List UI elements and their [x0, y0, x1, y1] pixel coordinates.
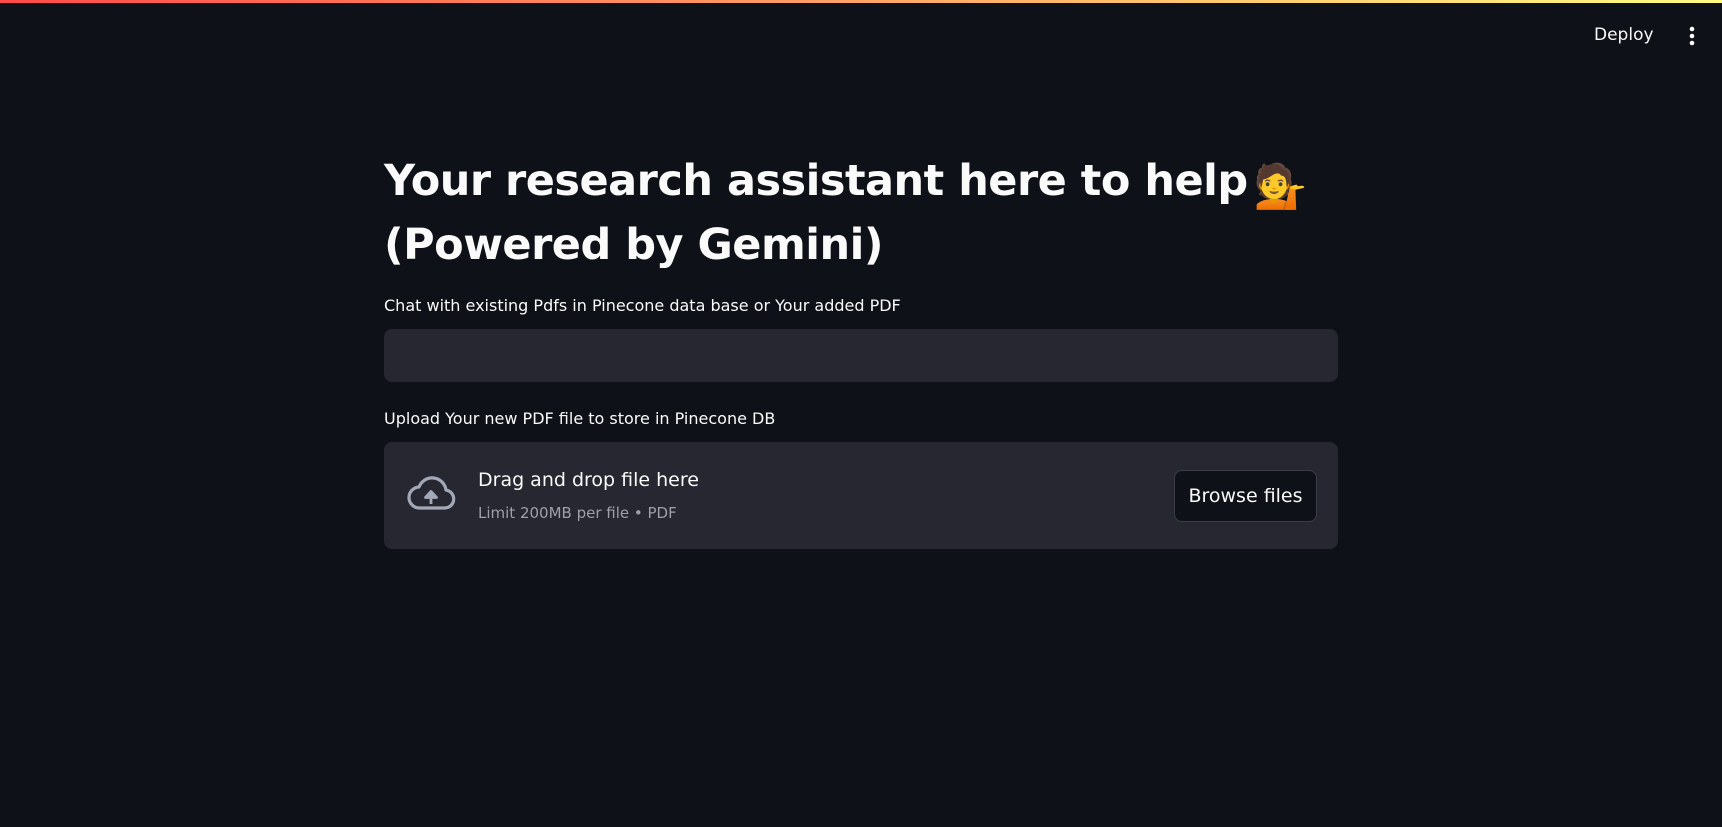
- file-upload-label: Upload Your new PDF file to store in Pin…: [384, 409, 776, 428]
- cloud-upload-icon: [407, 476, 456, 510]
- vertical-dots-icon: [1689, 26, 1695, 46]
- dropzone-title: Drag and drop file here: [478, 469, 699, 491]
- dropzone-limit-text: Limit 200MB per file • PDF: [478, 504, 677, 522]
- main-menu-button[interactable]: [1678, 21, 1706, 51]
- page-title: Your research assistant here to help 💁 (P…: [384, 152, 1338, 274]
- chat-input[interactable]: [384, 329, 1338, 382]
- file-dropzone[interactable]: Drag and drop file here Limit 200MB per …: [384, 442, 1338, 549]
- browse-files-button[interactable]: Browse files: [1174, 470, 1317, 522]
- deploy-button[interactable]: Deploy: [1584, 21, 1664, 49]
- app-header: Deploy: [0, 3, 1722, 63]
- title-line-1: Your research assistant here to help: [384, 156, 1248, 206]
- title-line-2: (Powered by Gemini): [384, 220, 884, 270]
- chat-input-label: Chat with existing Pdfs in Pinecone data…: [384, 296, 901, 315]
- person-tipping-hand-emoji: 💁: [1253, 162, 1308, 212]
